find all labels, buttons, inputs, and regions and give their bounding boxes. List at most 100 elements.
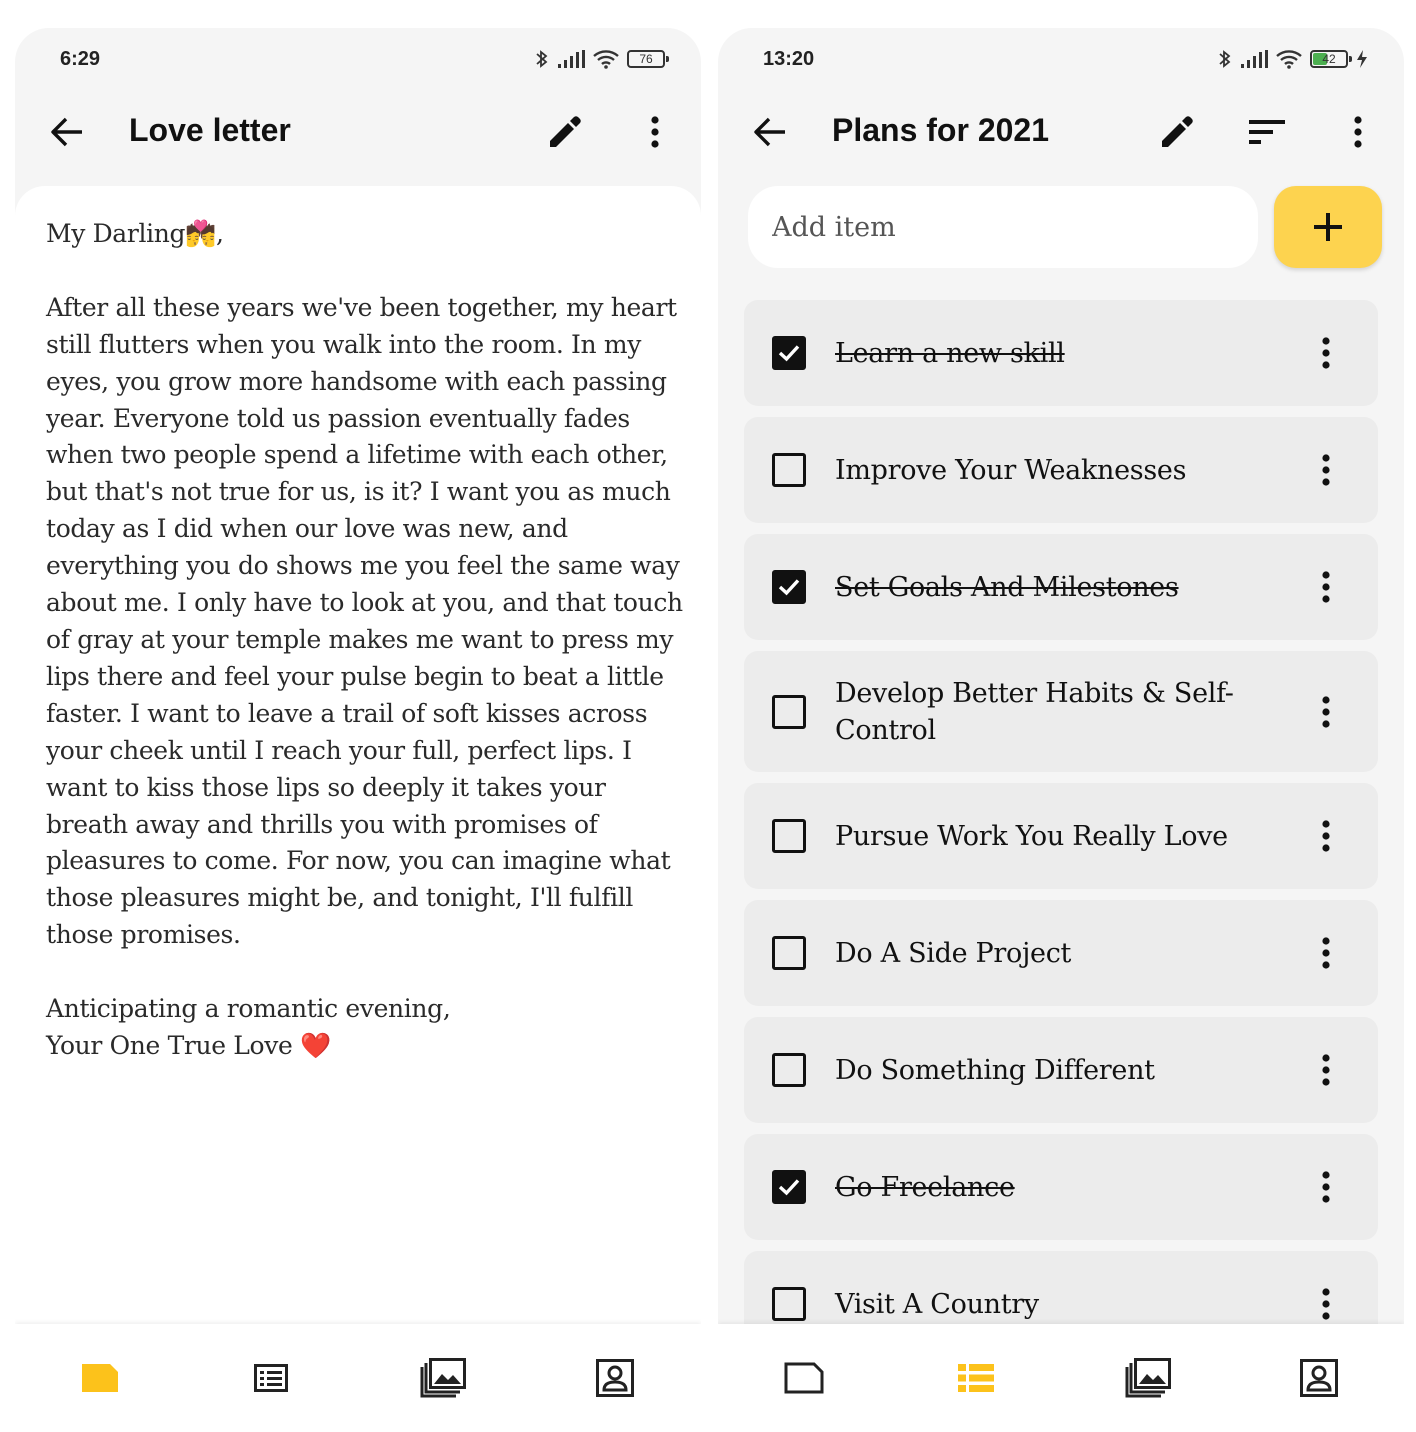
item-more-button[interactable]: [1314, 1046, 1338, 1094]
checkbox-checked[interactable]: [772, 570, 806, 604]
back-button[interactable]: [43, 108, 91, 156]
nav-notes-tab[interactable]: [778, 1354, 830, 1402]
item-label: Set Goals And Milestones: [835, 571, 1179, 603]
add-item-row: [748, 186, 1382, 270]
pencil-icon: [1162, 116, 1193, 147]
checkbox-checked[interactable]: [772, 336, 806, 370]
plus-icon: [1314, 213, 1342, 241]
add-item-button[interactable]: [1274, 186, 1382, 268]
app-bar: Love letter: [15, 92, 701, 172]
item-more-button[interactable]: [1314, 329, 1338, 377]
gallery-icon: [420, 1358, 466, 1398]
item-more-button[interactable]: [1314, 446, 1338, 494]
item-label: Visit A Country: [835, 1288, 1039, 1320]
add-item-input[interactable]: [748, 186, 1258, 268]
list-item[interactable]: Improve Your Weaknesses: [744, 417, 1378, 523]
arrow-back-icon: [51, 117, 82, 147]
item-more-button[interactable]: [1314, 563, 1338, 611]
nav-contacts-tab[interactable]: [589, 1354, 641, 1402]
note-closing: Anticipating a romantic evening,: [46, 994, 451, 1024]
status-time: 6:29: [60, 48, 101, 70]
wifi-icon: [593, 50, 619, 69]
item-more-button[interactable]: [1314, 929, 1338, 977]
checkbox-unchecked[interactable]: [772, 936, 806, 970]
more-vert-icon: [1322, 937, 1330, 969]
list-item[interactable]: Learn a new skill: [744, 300, 1378, 406]
note-body: After all these years we've been togethe…: [46, 292, 691, 950]
list-item[interactable]: Do Something Different: [744, 1017, 1378, 1123]
item-label: Develop Better Habits & Self-Control: [835, 677, 1234, 746]
signal-icon: [558, 50, 585, 68]
check-icon: [778, 345, 800, 362]
item-more-button[interactable]: [1314, 812, 1338, 860]
status-bar: 13:20 42: [718, 28, 1404, 92]
item-label: Do A Side Project: [835, 937, 1072, 969]
checkbox-unchecked[interactable]: [772, 1287, 806, 1321]
gallery-icon: [1125, 1358, 1171, 1398]
item-more-button[interactable]: [1314, 1163, 1338, 1211]
note-text: My Darling💏, After all these years we've…: [46, 216, 686, 1065]
status-bar: 6:29 76: [15, 28, 701, 92]
note-content[interactable]: My Darling💏, After all these years we've…: [15, 186, 701, 1324]
note-icon: [784, 1362, 824, 1394]
sort-icon: [1249, 120, 1285, 144]
list-item[interactable]: Set Goals And Milestones: [744, 534, 1378, 640]
list-item[interactable]: Go Freelance: [744, 1134, 1378, 1240]
more-vert-icon: [1354, 116, 1362, 148]
list-icon: [254, 1364, 288, 1392]
contact-icon: [1300, 1359, 1338, 1397]
edit-button[interactable]: [540, 108, 588, 156]
edit-button[interactable]: [1152, 108, 1200, 156]
more-vert-icon: [1322, 1171, 1330, 1203]
signal-icon: [1241, 50, 1268, 68]
page-title: Love letter: [129, 112, 291, 148]
more-vert-icon: [651, 116, 659, 148]
more-options-button[interactable]: [631, 108, 679, 156]
battery-icon: 76: [627, 50, 669, 68]
contact-icon: [596, 1359, 634, 1397]
nav-gallery-tab[interactable]: [1122, 1354, 1174, 1402]
more-vert-icon: [1322, 820, 1330, 852]
item-label: Pursue Work You Really Love: [835, 820, 1228, 852]
item-label: Learn a new skill: [835, 337, 1065, 369]
list-screen: 13:20 42 Plans for 2021 Learn a new skil…: [718, 28, 1404, 1432]
charging-icon: [1357, 50, 1367, 68]
checkbox-unchecked[interactable]: [772, 453, 806, 487]
sort-button[interactable]: [1243, 108, 1291, 156]
list-item[interactable]: Pursue Work You Really Love: [744, 783, 1378, 889]
item-more-button[interactable]: [1314, 688, 1338, 736]
note-icon: [82, 1364, 118, 1392]
item-label: Do Something Different: [835, 1054, 1155, 1086]
more-vert-icon: [1322, 1288, 1330, 1320]
arrow-back-icon: [754, 117, 785, 147]
check-icon: [778, 579, 800, 596]
nav-gallery-tab[interactable]: [417, 1354, 469, 1402]
nav-contacts-tab[interactable]: [1293, 1354, 1345, 1402]
nav-lists-tab[interactable]: [245, 1354, 297, 1402]
bottom-nav: [15, 1324, 701, 1432]
checkbox-unchecked[interactable]: [772, 1053, 806, 1087]
battery-level: 76: [639, 52, 653, 66]
item-more-button[interactable]: [1314, 1280, 1338, 1328]
more-vert-icon: [1322, 571, 1330, 603]
more-vert-icon: [1322, 695, 1330, 728]
list-icon: [958, 1364, 994, 1392]
item-label: Go Freelance: [835, 1171, 1015, 1203]
nav-notes-tab[interactable]: [74, 1354, 126, 1402]
app-bar: Plans for 2021: [718, 92, 1404, 172]
page-title: Plans for 2021: [832, 112, 1049, 148]
back-button[interactable]: [746, 108, 794, 156]
checkbox-checked[interactable]: [772, 1170, 806, 1204]
item-label: Improve Your Weaknesses: [835, 454, 1187, 486]
nav-lists-tab[interactable]: [950, 1354, 1002, 1402]
battery-level: 42: [1322, 52, 1336, 66]
bottom-nav: [718, 1324, 1404, 1432]
more-vert-icon: [1322, 454, 1330, 486]
checkbox-unchecked[interactable]: [772, 819, 806, 853]
battery-icon: 42: [1310, 50, 1352, 68]
checkbox-unchecked[interactable]: [772, 694, 806, 729]
list-item[interactable]: Do A Side Project: [744, 900, 1378, 1006]
more-options-button[interactable]: [1334, 108, 1382, 156]
note-signature: Your One True Love ❤️: [46, 1030, 331, 1060]
list-item[interactable]: Develop Better Habits & Self-Control: [744, 651, 1378, 772]
